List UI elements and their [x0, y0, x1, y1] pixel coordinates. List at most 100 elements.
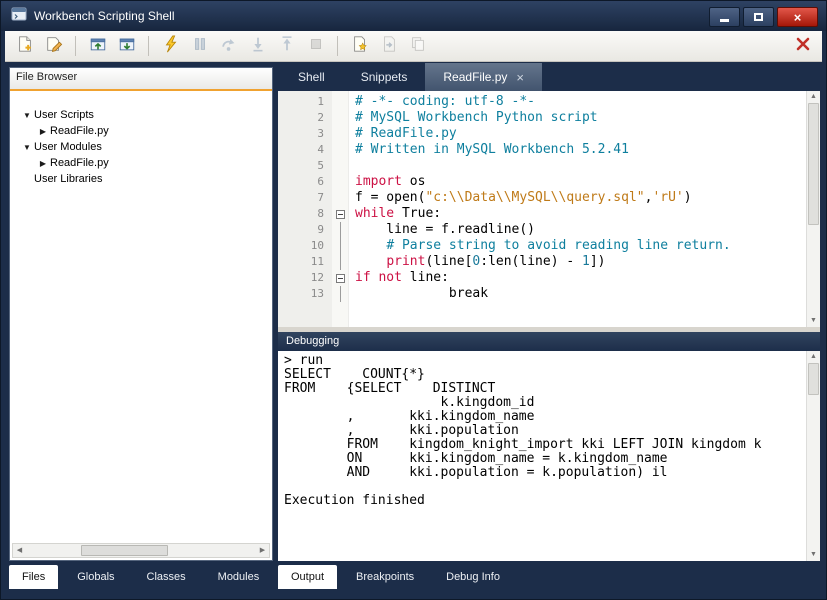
- tab-output[interactable]: Output: [278, 565, 337, 589]
- titlebar[interactable]: Workbench Scripting Shell ×: [1, 1, 826, 31]
- fold-margin: [332, 206, 349, 222]
- minimize-button[interactable]: [709, 7, 740, 27]
- expand-arrow-icon[interactable]: ▶: [36, 159, 50, 168]
- close-button[interactable]: ×: [777, 7, 818, 27]
- code-line[interactable]: 8while True:: [278, 206, 806, 222]
- tab-debug-info[interactable]: Debug Info: [433, 565, 513, 589]
- tree-item-readfile-py[interactable]: ▶ReadFile.py: [10, 123, 272, 139]
- tab-breakpoints[interactable]: Breakpoints: [343, 565, 427, 589]
- toolbar: [5, 31, 822, 62]
- fold-guide-line: [340, 222, 341, 238]
- maximize-button[interactable]: [743, 7, 774, 27]
- copy-snippet-button: [404, 34, 431, 59]
- output-vscroll-track[interactable]: [807, 363, 820, 549]
- scroll-up-arrow-icon[interactable]: ▲: [810, 351, 817, 363]
- editor-vscroll-thumb[interactable]: [808, 103, 819, 225]
- code-line[interactable]: 10 # Parse string to avoid reading line …: [278, 238, 806, 254]
- code-line[interactable]: 6import os: [278, 174, 806, 190]
- code-line[interactable]: 4 # Written in MySQL Workbench 5.2.41: [278, 142, 806, 158]
- expand-arrow-icon[interactable]: ▶: [36, 127, 50, 136]
- scroll-down-arrow-icon[interactable]: ▼: [810, 549, 817, 561]
- code-line[interactable]: 9 line = f.readline(): [278, 222, 806, 238]
- reload-script-button[interactable]: [84, 34, 111, 59]
- toolbar-separator: [75, 36, 76, 56]
- line-number: 13: [278, 286, 332, 302]
- new-snippet-button[interactable]: [346, 34, 373, 59]
- snippet-copy-icon: [409, 35, 427, 58]
- code-line[interactable]: 7f = open("c:\\Data\\MySQL\\query.sql",'…: [278, 190, 806, 206]
- tab-modules[interactable]: Modules: [205, 565, 273, 589]
- collapse-arrow-icon[interactable]: ▼: [20, 143, 34, 152]
- code-text: # Written in MySQL Workbench 5.2.41: [349, 142, 629, 158]
- app-icon: [11, 6, 27, 27]
- code-line[interactable]: 3# ReadFile.py: [278, 126, 806, 142]
- tab-close-icon[interactable]: ×: [516, 71, 524, 84]
- line-number: 2: [278, 110, 332, 126]
- editor-tab-label: ReadFile.py: [443, 70, 507, 84]
- scroll-left-arrow-icon[interactable]: ◀: [13, 544, 26, 557]
- save-script-button[interactable]: [113, 34, 140, 59]
- toolbar-separator: [148, 36, 149, 56]
- code-line[interactable]: 2# MySQL Workbench Python script: [278, 110, 806, 126]
- insert-snippet-button: [375, 34, 402, 59]
- hscroll-track[interactable]: [26, 544, 256, 557]
- line-number: 4: [278, 142, 332, 158]
- pause-icon: [191, 35, 209, 58]
- stop-button: [302, 34, 329, 59]
- editor-tab-label: Shell: [298, 70, 325, 84]
- file-browser-tree: ▼User Scripts▶ReadFile.py▼User Modules▶R…: [10, 91, 272, 187]
- fold-margin: [332, 158, 349, 174]
- fold-margin: [332, 254, 349, 270]
- editor-tab-shell[interactable]: Shell: [280, 63, 343, 91]
- run-script-button[interactable]: [157, 34, 184, 59]
- code-text: print(line[0:len(line) - 1]): [349, 254, 605, 270]
- fold-margin: [332, 142, 349, 158]
- tree-item-user-scripts[interactable]: ▼User Scripts: [10, 107, 272, 123]
- editor-tab-readfile-py[interactable]: ReadFile.py ×: [425, 63, 542, 91]
- fold-toggle-icon[interactable]: [336, 274, 345, 283]
- tree-item-user-libraries[interactable]: User Libraries: [10, 171, 272, 187]
- tree-item-user-modules[interactable]: ▼User Modules: [10, 139, 272, 155]
- tree-item-readfile-py[interactable]: ▶ReadFile.py: [10, 155, 272, 171]
- open-script-button[interactable]: [40, 34, 67, 59]
- editor-tab-snippets[interactable]: Snippets: [343, 63, 426, 91]
- editor-vscroll-track[interactable]: [807, 103, 820, 315]
- step-into-icon: [249, 35, 267, 58]
- editor-tab-label: Snippets: [361, 70, 408, 84]
- toolbar-separator: [337, 36, 338, 56]
- fold-margin: [332, 190, 349, 206]
- fold-toggle-icon[interactable]: [336, 210, 345, 219]
- code-editor[interactable]: 1# -*- coding: utf-8 -*-2# MySQL Workben…: [278, 91, 820, 327]
- collapse-arrow-icon[interactable]: ▼: [20, 111, 34, 120]
- file-browser-hscrollbar[interactable]: ◀ ▶: [12, 543, 270, 558]
- code-line[interactable]: 12if not line:: [278, 270, 806, 286]
- code-lines[interactable]: 1# -*- coding: utf-8 -*-2# MySQL Workben…: [278, 91, 806, 327]
- code-text: f = open("c:\\Data\\MySQL\\query.sql",'r…: [349, 190, 692, 206]
- output-vscrollbar[interactable]: ▲ ▼: [806, 351, 820, 561]
- code-line[interactable]: 5: [278, 158, 806, 174]
- tab-classes[interactable]: Classes: [134, 565, 199, 589]
- debug-output-panel[interactable]: > run SELECT COUNT{*} FROM {SELECT DISTI…: [278, 351, 820, 561]
- debugging-title: Debugging: [286, 335, 339, 347]
- hscroll-thumb[interactable]: [81, 545, 168, 556]
- code-line[interactable]: 1# -*- coding: utf-8 -*-: [278, 94, 806, 110]
- close-shell-button[interactable]: [789, 34, 816, 59]
- minimize-icon: [720, 19, 729, 22]
- new-script-button[interactable]: [11, 34, 38, 59]
- tab-files[interactable]: Files: [9, 565, 58, 589]
- code-line[interactable]: 11 print(line[0:len(line) - 1]): [278, 254, 806, 270]
- snippet-new-icon: [351, 35, 369, 58]
- output-vscroll-thumb[interactable]: [808, 363, 819, 395]
- scroll-up-arrow-icon[interactable]: ▲: [810, 91, 817, 103]
- editor-vscrollbar[interactable]: ▲ ▼: [806, 91, 820, 327]
- debugger-tabs: OutputBreakpointsDebug Info: [278, 565, 519, 589]
- lightning-icon: [162, 35, 180, 58]
- debugging-header: Debugging: [278, 332, 820, 351]
- scroll-down-arrow-icon[interactable]: ▼: [810, 315, 817, 327]
- line-number: 1: [278, 94, 332, 110]
- tab-globals[interactable]: Globals: [64, 565, 127, 589]
- fold-margin: [332, 222, 349, 238]
- line-number: 9: [278, 222, 332, 238]
- code-line[interactable]: 13 break: [278, 286, 806, 302]
- scroll-right-arrow-icon[interactable]: ▶: [256, 544, 269, 557]
